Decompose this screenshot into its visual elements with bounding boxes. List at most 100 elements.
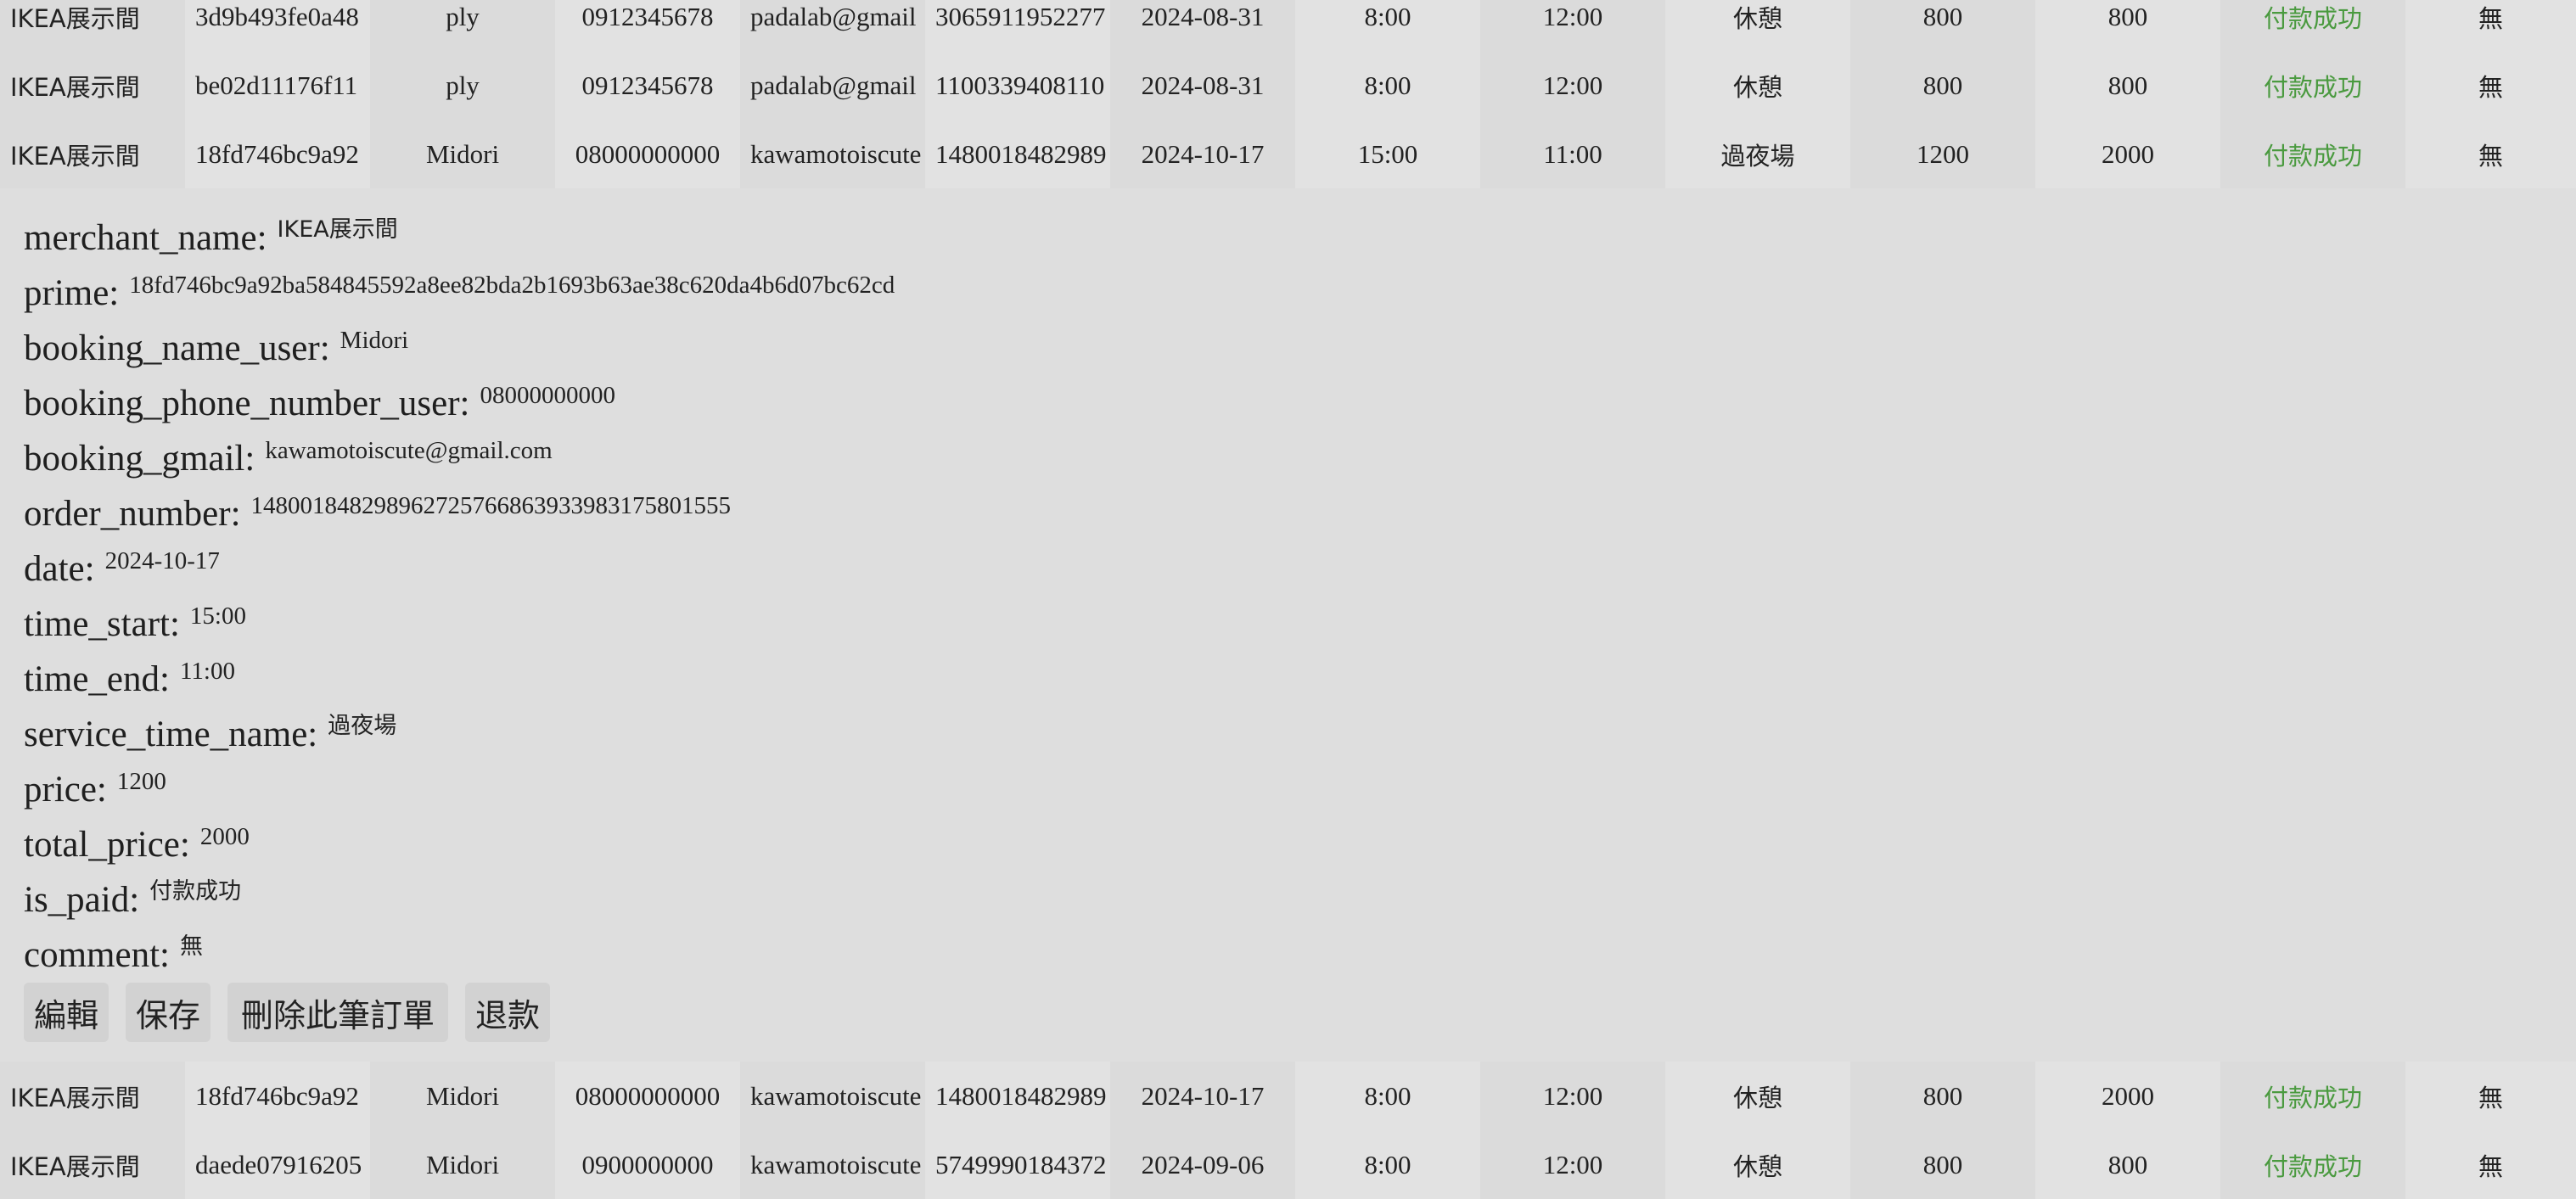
- cell-phone: 0912345678: [555, 0, 740, 51]
- detail-field-key: total_price:: [24, 825, 190, 865]
- save-button[interactable]: 保存: [126, 983, 210, 1042]
- cell-date: 2024-08-31: [1110, 0, 1295, 51]
- cell-time-start: 8:00: [1295, 1062, 1480, 1130]
- table-row[interactable]: IKEA展示間 daede07916205 Midori 0900000000 kawa…: [0, 1130, 2576, 1199]
- detail-field-value: kawamotoiscute@gmail.com: [265, 437, 553, 464]
- detail-field: prime: 18fd746bc9a92ba584845592a8ee82bda2…: [24, 270, 895, 317]
- cell-time-start: 8:00: [1295, 1130, 1480, 1199]
- cell-price: 800: [1850, 51, 2035, 120]
- cell-gmail: kawamotoiscute: [740, 1130, 925, 1199]
- detail-field: date: 2024-10-17: [24, 546, 220, 593]
- detail-field-value: 14800184829896272576686393398317580155​5: [250, 492, 732, 519]
- cell-time-end: 12:00: [1480, 51, 1665, 120]
- cell-price: 800: [1850, 0, 2035, 51]
- order-detail-panel: merchant_name: IKEA展示間 prime: 18fd746bc9a92…: [0, 208, 2576, 1056]
- cell-service-time-name: 休憩: [1665, 0, 1850, 51]
- cell-is-paid: 付款成功: [2220, 0, 2405, 51]
- cell-is-paid: 付款成功: [2220, 120, 2405, 188]
- detail-field: price: 1200: [24, 766, 166, 814]
- detail-field-value: 付款成功: [149, 878, 242, 905]
- detail-field-value: 1200: [116, 768, 166, 795]
- delete-order-button[interactable]: 刪除此筆訂單: [227, 983, 448, 1042]
- cell-gmail: kawamotoiscute: [740, 1062, 925, 1130]
- cell-total-price: 800: [2035, 0, 2220, 51]
- detail-field: booking_phone_number_user: 08000000000: [24, 380, 615, 428]
- cell-is-paid: 付款成功: [2220, 1062, 2405, 1130]
- detail-field-value: 2024-10-17: [104, 547, 220, 574]
- cell-service-time-name: 過夜場: [1665, 120, 1850, 188]
- detail-field-key: booking_phone_number_user:: [24, 384, 470, 423]
- cell-phone: 08000000000: [555, 1062, 740, 1130]
- cell-date: 2024-08-31: [1110, 51, 1295, 120]
- cell-merchant-name: IKEA展示間: [0, 1130, 185, 1199]
- cell-price: 1200: [1850, 120, 2035, 188]
- detail-field-value: 11:00: [179, 658, 235, 685]
- detail-field-key: price:: [24, 770, 107, 810]
- cell-prime: daede07916205: [185, 1130, 370, 1199]
- detail-field-key: service_time_name:: [24, 714, 318, 754]
- detail-field-key: is_paid:: [24, 880, 140, 920]
- detail-field-key: order_number:: [24, 494, 241, 534]
- cell-order-number: 1480018482989: [925, 120, 1110, 188]
- detail-field-value: 18fd746bc9a92ba584845592a8ee82bda2b1693b…: [129, 272, 895, 299]
- detail-field: time_start: 15:00: [24, 601, 246, 648]
- table-row[interactable]: IKEA展示間 be02d11176f11 ply 0912345678 padalab…: [0, 51, 2576, 120]
- cell-merchant-name: IKEA展示間: [0, 51, 185, 120]
- cell-price: 800: [1850, 1062, 2035, 1130]
- edit-button[interactable]: 編輯: [24, 983, 109, 1042]
- cell-order-number: 5749990184372: [925, 1130, 1110, 1199]
- cell-total-price: 2000: [2035, 120, 2220, 188]
- detail-field-key: date:: [24, 549, 95, 589]
- cell-service-time-name: 休憩: [1665, 51, 1850, 120]
- cell-prime: 3d9b493fe0a48: [185, 0, 370, 51]
- cell-time-start: 15:00: [1295, 120, 1480, 188]
- cell-booking-name: Midori: [370, 1130, 555, 1199]
- cell-time-start: 8:00: [1295, 0, 1480, 51]
- cell-is-paid: 付款成功: [2220, 1130, 2405, 1199]
- cell-booking-name: Midori: [370, 120, 555, 188]
- cell-gmail: kawamotoiscute: [740, 120, 925, 188]
- cell-prime: 18fd746bc9a92: [185, 120, 370, 188]
- cell-time-start: 8:00: [1295, 51, 1480, 120]
- refund-button[interactable]: 退款: [465, 983, 550, 1042]
- cell-comment: 無: [2405, 120, 2576, 188]
- table-row[interactable]: IKEA展示間 18fd746bc9a92 Midori 08000000000 kaw…: [0, 1062, 2576, 1130]
- cell-phone: 08000000000: [555, 120, 740, 188]
- cell-merchant-name: IKEA展示間: [0, 120, 185, 188]
- detail-field: time_end: 11:00: [24, 656, 235, 703]
- detail-field-value: Midori: [340, 327, 409, 354]
- detail-field: is_paid: 付款成功: [24, 877, 241, 924]
- cell-total-price: 2000: [2035, 1062, 2220, 1130]
- detail-field-value: 15:00: [189, 602, 246, 630]
- table-row[interactable]: IKEA展示間 18fd746bc9a92 Midori 08000000000 kaw…: [0, 120, 2576, 188]
- detail-field-value: 08000000000: [480, 382, 615, 409]
- detail-field: comment: 無: [24, 932, 203, 979]
- cell-is-paid: 付款成功: [2220, 51, 2405, 120]
- cell-comment: 無: [2405, 1062, 2576, 1130]
- detail-field-value: 無: [179, 933, 203, 960]
- cell-time-end: 12:00: [1480, 0, 1665, 51]
- cell-price: 800: [1850, 1130, 2035, 1199]
- cell-service-time-name: 休憩: [1665, 1130, 1850, 1199]
- orders-table-top: IKEA展示間 3d9b493fe0a48 ply 0912345678 padalab…: [0, 0, 2576, 188]
- cell-date: 2024-10-17: [1110, 120, 1295, 188]
- cell-prime: be02d11176f11: [185, 51, 370, 120]
- cell-service-time-name: 休憩: [1665, 1062, 1850, 1130]
- cell-comment: 無: [2405, 51, 2576, 120]
- detail-field: order_number: 148001848298962725766863933…: [24, 490, 731, 538]
- detail-field-key: comment:: [24, 935, 170, 975]
- cell-booking-name: ply: [370, 51, 555, 120]
- detail-field: merchant_name: IKEA展示間: [24, 215, 398, 262]
- cell-total-price: 800: [2035, 1130, 2220, 1199]
- table-row[interactable]: IKEA展示間 3d9b493fe0a48 ply 0912345678 padalab…: [0, 0, 2576, 51]
- detail-field: booking_name_user: Midori: [24, 325, 408, 373]
- detail-field-key: booking_name_user:: [24, 328, 330, 368]
- cell-phone: 0900000000: [555, 1130, 740, 1199]
- cell-gmail: padalab@gmail: [740, 0, 925, 51]
- cell-order-number: 3065911952277: [925, 0, 1110, 51]
- detail-field: booking_gmail: kawamotoiscute@gmail.com: [24, 435, 553, 483]
- cell-date: 2024-10-17: [1110, 1062, 1295, 1130]
- cell-prime: 18fd746bc9a92: [185, 1062, 370, 1130]
- cell-booking-name: ply: [370, 0, 555, 51]
- detail-field-value: IKEA展示間: [277, 216, 398, 243]
